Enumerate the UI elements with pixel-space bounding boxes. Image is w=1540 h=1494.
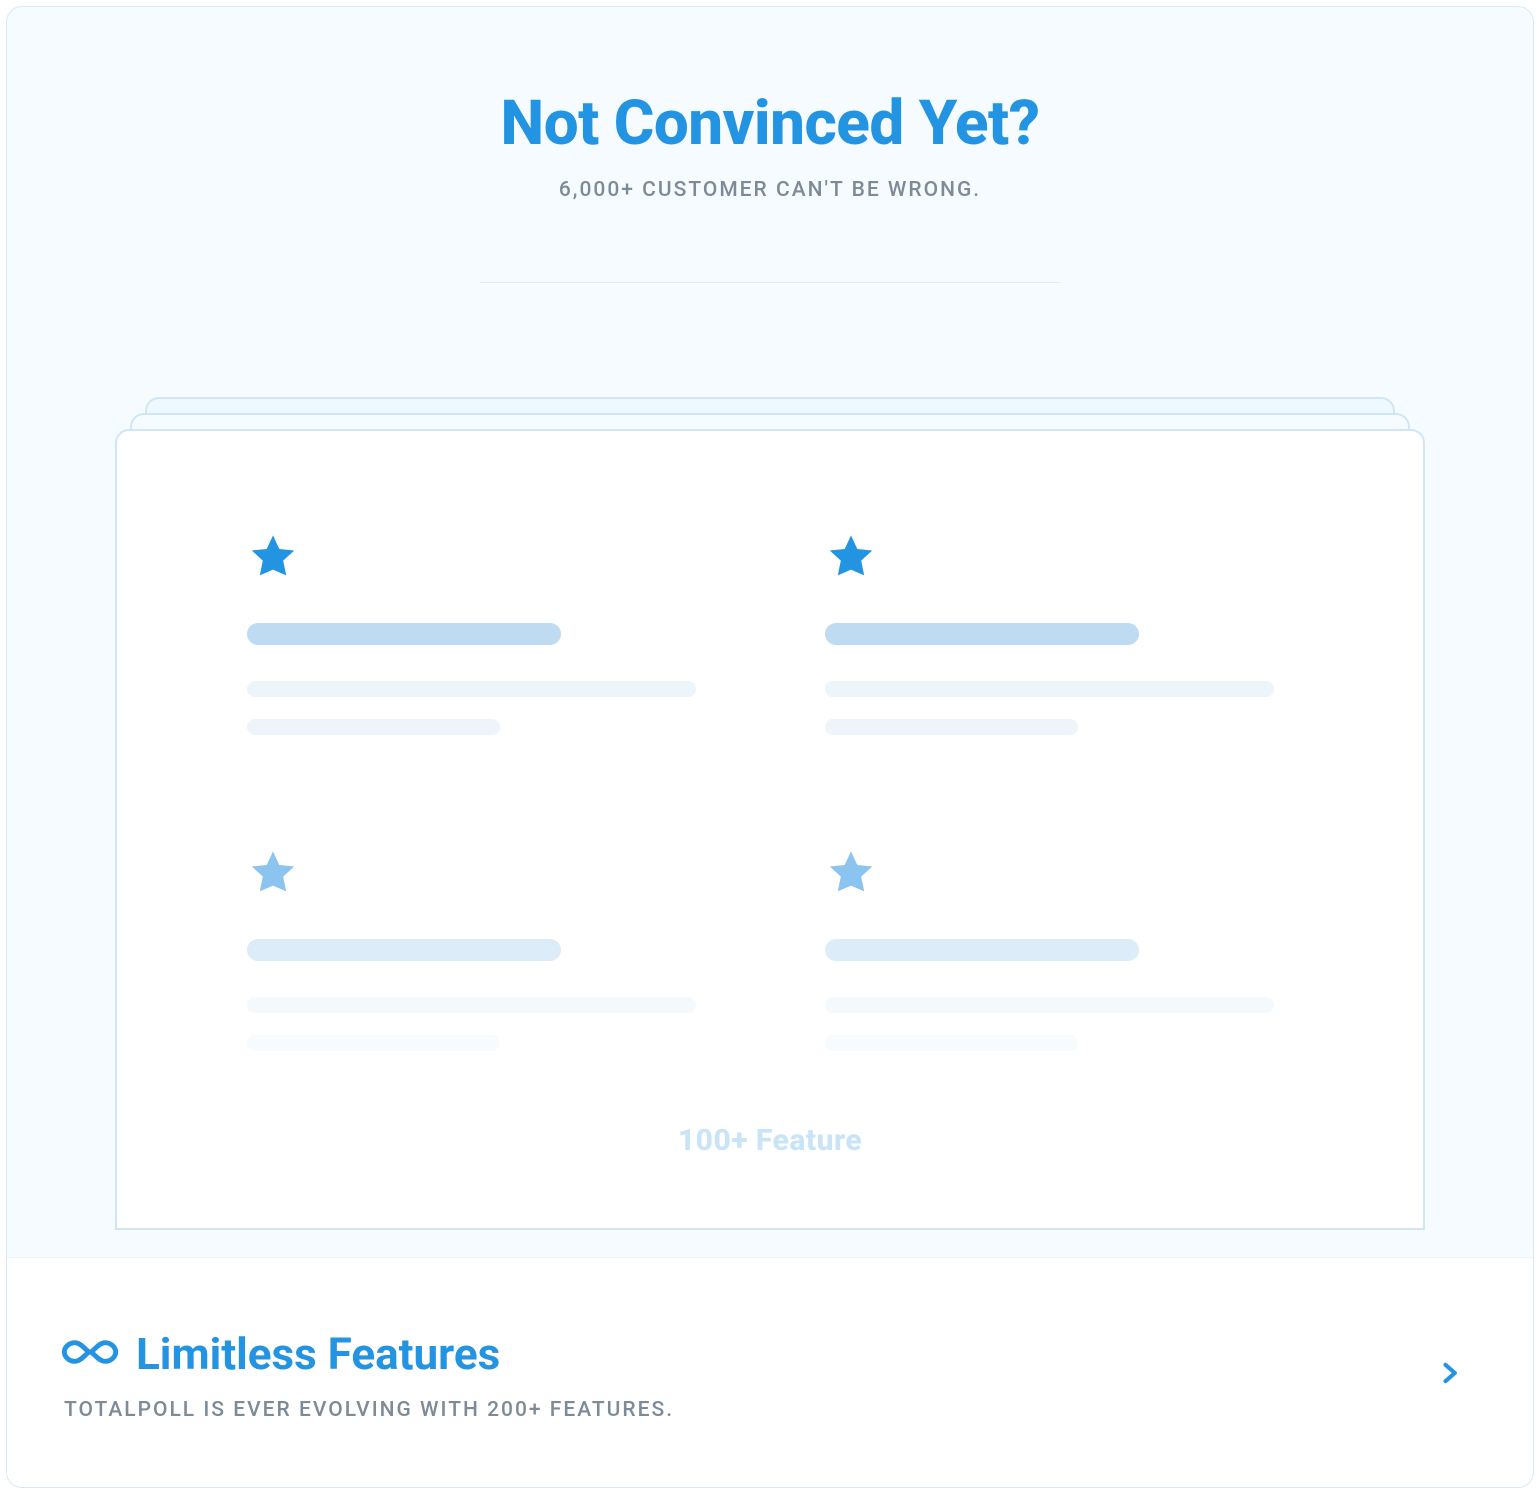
infinity-icon (62, 1324, 118, 1384)
hero-subtitle: 6,000+ CUSTOMER CAN'T BE WRONG. (7, 178, 1533, 202)
skeleton-line (247, 997, 696, 1013)
review-placeholder (247, 847, 715, 1073)
skeleton-line (825, 1035, 1078, 1051)
skeleton-line (825, 681, 1274, 697)
skeleton-title (247, 623, 561, 645)
skeleton-line (247, 1035, 500, 1051)
feature-count-badge: 100+ Feature (117, 1113, 1423, 1188)
star-icon (825, 847, 877, 899)
review-placeholder (247, 531, 715, 757)
skeleton-title (825, 939, 1139, 961)
hero: Not Convinced Yet? 6,000+ CUSTOMER CAN'T… (7, 7, 1533, 283)
skeleton-title (247, 939, 561, 961)
star-icon (247, 847, 299, 899)
banner-title: Limitless Features (136, 1328, 500, 1380)
divider (480, 282, 1060, 283)
reviews-grid (117, 431, 1423, 1113)
star-icon (825, 531, 877, 583)
chevron-right-icon[interactable] (1435, 1359, 1463, 1387)
skeleton-title (825, 623, 1139, 645)
banner-content: Limitless Features TOTALPOLL IS EVER EVO… (62, 1324, 674, 1422)
features-banner[interactable]: Limitless Features TOTALPOLL IS EVER EVO… (7, 1257, 1533, 1487)
banner-description: TOTALPOLL IS EVER EVOLVING WITH 200+ FEA… (62, 1398, 674, 1422)
stack-card-front: 100+ Feature (115, 429, 1425, 1230)
hero-title: Not Convinced Yet? (7, 87, 1533, 160)
skeleton-line (825, 997, 1274, 1013)
promo-section: Not Convinced Yet? 6,000+ CUSTOMER CAN'T… (6, 6, 1534, 1488)
review-placeholder (825, 847, 1293, 1073)
skeleton-line (825, 719, 1078, 735)
skeleton-line (247, 681, 696, 697)
skeleton-line (247, 719, 500, 735)
review-placeholder (825, 531, 1293, 757)
star-icon (247, 531, 299, 583)
